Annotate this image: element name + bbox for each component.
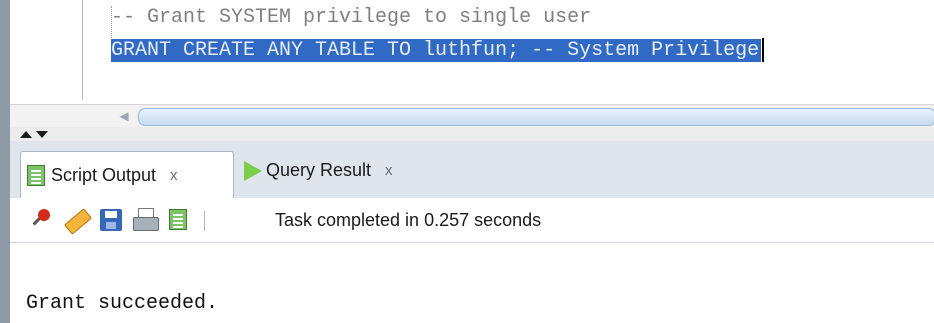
eraser-icon[interactable] [63,207,93,235]
panel-splitter[interactable] [10,127,934,141]
tab-script-output[interactable]: Script Output x [20,151,234,199]
script-output-icon [27,164,47,187]
scrollbar-thumb[interactable] [138,108,934,126]
output-message: Grant succeeded. [26,292,219,315]
script-icon[interactable] [166,207,192,233]
window-frame-left [0,0,10,323]
run-icon [242,159,262,181]
toolbar-separator [204,211,205,231]
script-output-panel[interactable]: Grant succeeded. [10,243,934,323]
output-toolbar: Task completed in 0.257 seconds [10,198,934,243]
scroll-left-arrow-icon[interactable]: ◀ [114,108,134,124]
close-icon[interactable]: x [170,167,178,184]
editor-horizontal-scrollbar[interactable]: ◀ [10,104,934,128]
code-line-grant[interactable]: GRANT CREATE ANY TABLE TO luthfun; -- Sy… [111,38,934,64]
output-tab-bar: Script Output x Query Result x [10,141,934,199]
collapse-down-icon[interactable] [36,131,48,138]
tab-query-result[interactable]: Query Result x [242,153,393,187]
sql-editor[interactable]: -- Grant SYSTEM privilege to single user… [10,0,934,108]
save-icon[interactable] [98,207,124,233]
text-caret [762,38,765,62]
gutter-divider [82,0,83,100]
code-line-comment[interactable]: -- Grant SYSTEM privilege to single user [111,5,591,31]
close-icon[interactable]: x [385,162,393,179]
selected-text[interactable]: GRANT CREATE ANY TABLE TO luthfun; -- Sy… [111,39,762,63]
pin-icon[interactable] [28,207,54,233]
print-icon[interactable] [132,207,159,233]
tab-query-result-label: Query Result [266,159,372,180]
expand-up-icon[interactable] [20,131,32,138]
tab-script-output-label: Script Output [51,165,157,185]
